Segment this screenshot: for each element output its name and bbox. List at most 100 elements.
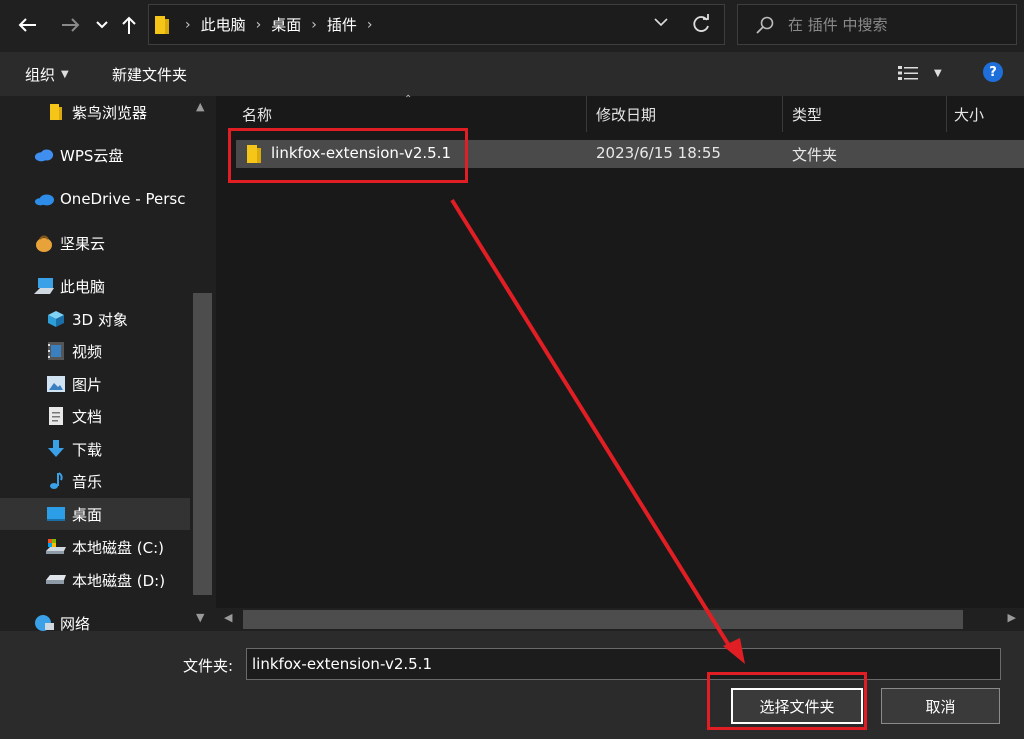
organize-button[interactable]: 组织 ▼ [25,64,69,85]
change-view-button[interactable]: ▼ [898,65,942,81]
nav-item-wps-cloud[interactable]: WPS云盘 [0,139,190,171]
dialog-footer: 文件夹: 选择文件夹 取消 [0,631,1024,739]
nav-scrollbar-thumb[interactable] [193,293,212,595]
column-header-label: 类型 [792,105,823,124]
column-header-label: 名称 [242,105,273,124]
highlight-box-select-button [707,672,867,730]
column-divider[interactable] [782,96,783,132]
file-date: 2023/6/15 18:55 [596,144,721,162]
nav-item-3d-objects[interactable]: 3D 对象 [0,303,190,335]
folder-picker-dialog: › 此电脑 › 桌面 › 插件 › 在 插件 中搜索 组织 ▼ 新建文件夹 ▼ … [0,0,1024,739]
nav-item-label: 紫鸟浏览器 [72,103,148,122]
column-header-type[interactable]: 类型 [792,96,946,132]
cube-icon [46,309,66,329]
arrow-right-icon [62,18,80,32]
nut-icon [34,233,54,253]
chevron-down-icon [96,21,108,29]
arrow-up-icon [122,16,136,34]
column-header-label: 大小 [954,105,985,124]
column-header-size[interactable]: 大小 [954,96,1024,132]
nav-item-label: 此电脑 [60,277,106,296]
column-header-label: 修改日期 [596,105,657,124]
search-placeholder: 在 插件 中搜索 [788,16,888,34]
search-icon [756,16,774,34]
new-folder-label: 新建文件夹 [112,66,188,84]
nav-item-onedrive[interactable]: OneDrive - Persc [0,183,190,215]
nav-item-videos[interactable]: 视频 [0,335,190,367]
nav-item-drive-c[interactable]: 本地磁盘 (C:) [0,531,190,563]
cancel-button[interactable]: 取消 [881,688,1000,724]
nav-item-label: 3D 对象 [72,310,128,329]
document-icon [46,406,66,426]
chevron-right-icon: › [185,16,191,33]
arrow-left-icon [18,18,36,32]
caret-down-icon: ▼ [61,69,69,80]
nav-item-label: 网络 [60,614,91,632]
breadcrumb-plugins[interactable]: 插件 [327,14,357,35]
nav-item-jianguoyun[interactable]: 坚果云 [0,227,190,259]
address-row: › 此电脑 › 桌面 › 插件 › 在 插件 中搜索 [0,0,1024,52]
scroll-right-icon[interactable]: ▶ [1008,611,1016,624]
nav-item-pictures[interactable]: 图片 [0,368,190,400]
scroll-left-icon[interactable]: ◀ [224,611,232,624]
nav-item-label: 本地磁盘 (C:) [72,538,164,557]
navigation-pane: 紫鸟浏览器 WPS云盘 OneDrive - Persc 坚果云 此电脑 3D … [0,96,215,631]
caret-down-icon: ▼ [934,67,942,79]
nav-item-label: 图片 [72,375,103,394]
folder-name-input[interactable] [246,648,1001,680]
nav-item-network[interactable]: 网络 [0,607,190,631]
details-view-icon [898,66,918,80]
nav-item-label: 文档 [72,407,103,426]
nav-item-this-pc[interactable]: 此电脑 [0,270,190,302]
refresh-icon[interactable] [690,14,712,36]
nav-item-drive-d[interactable]: 本地磁盘 (D:) [0,564,190,596]
scroll-down-icon[interactable]: ▼ [196,611,204,624]
onedrive-icon [34,189,54,209]
horizontal-scrollbar-thumb[interactable] [243,610,963,629]
sort-ascending-icon: ⌃ [404,94,413,105]
column-header-name[interactable]: 名称 [242,96,586,132]
cloud-icon [34,145,54,165]
new-folder-button[interactable]: 新建文件夹 [112,64,187,85]
nav-item-label: 视频 [72,342,103,361]
picture-icon [46,374,66,394]
horizontal-scrollbar[interactable]: ◀ ▶ [216,608,1024,631]
network-icon [34,613,54,631]
chevron-right-icon: › [366,16,373,33]
download-icon [46,439,66,459]
highlight-box-folder [228,128,468,183]
breadcrumb-desktop[interactable]: 桌面 [271,14,301,35]
folder-label: 文件夹: [183,657,234,675]
nav-item-label: WPS云盘 [60,146,124,165]
forward-button[interactable] [58,10,84,40]
nav-item-desktop[interactable]: 桌面 [0,498,190,530]
nav-item-label: 音乐 [72,472,103,491]
address-history-icon[interactable] [654,17,668,27]
address-bar[interactable]: › 此电脑 › 桌面 › 插件 › [148,4,725,45]
scroll-up-icon[interactable]: ▲ [196,100,204,113]
nav-item-downloads[interactable]: 下载 [0,433,190,465]
nav-item-label: 桌面 [72,505,103,524]
computer-icon [34,276,54,296]
recent-locations-button[interactable] [92,10,112,40]
search-input[interactable]: 在 插件 中搜索 [737,4,1017,45]
column-divider[interactable] [946,96,947,132]
nav-item-documents[interactable]: 文档 [0,400,190,432]
nav-item-label: 下载 [72,440,103,459]
back-button[interactable] [14,10,40,40]
music-icon [46,471,66,491]
nav-item-label: OneDrive - Persc [60,190,186,208]
column-divider[interactable] [586,96,587,132]
chevron-right-icon: › [311,16,317,33]
column-header-date[interactable]: 修改日期 [596,96,782,132]
drive-c-icon [46,537,66,557]
drive-d-icon [46,570,66,590]
up-button[interactable] [118,10,140,40]
help-button[interactable]: ? [983,62,1003,82]
chevron-right-icon: › [255,16,262,33]
nav-item-label: 坚果云 [60,234,106,253]
nav-item-ziniao[interactable]: 紫鸟浏览器 [0,96,190,128]
nav-item-music[interactable]: 音乐 [0,465,190,497]
breadcrumb-this-pc[interactable]: 此电脑 [201,14,246,35]
folder-icon [155,15,169,34]
